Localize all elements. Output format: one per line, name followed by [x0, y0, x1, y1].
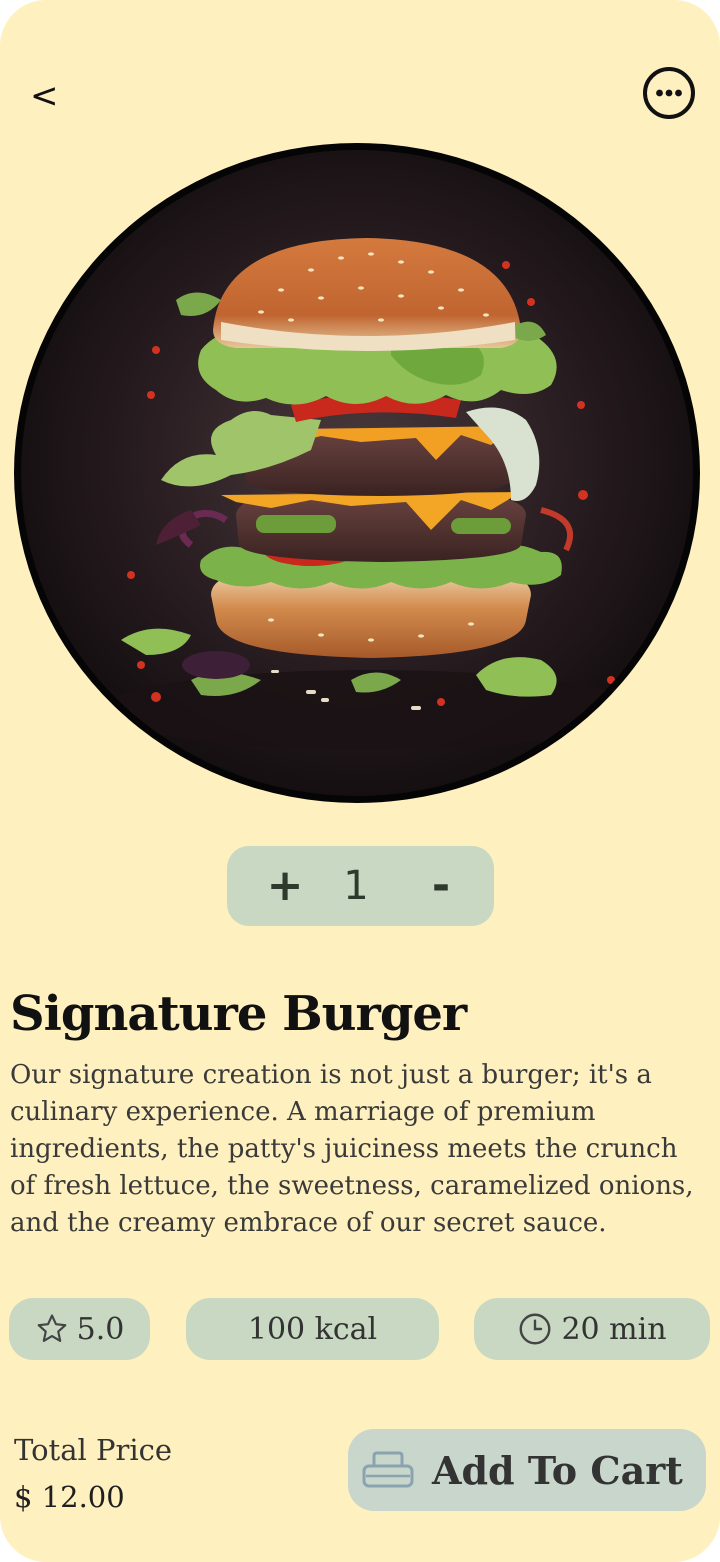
product-image — [14, 143, 700, 803]
back-button[interactable]: < — [30, 74, 70, 118]
clock-icon — [517, 1311, 553, 1347]
rating-value: 5.0 — [76, 1311, 125, 1347]
cart-icon — [362, 1450, 414, 1490]
quantity-stepper: + 1 - — [227, 846, 494, 926]
more-options-button[interactable] — [642, 66, 696, 120]
total-price-label: Total Price — [14, 1433, 173, 1467]
rating-badge: 5.0 — [9, 1298, 150, 1360]
more-options-icon — [643, 67, 695, 119]
product-description: Our signature creation is not just a bur… — [10, 1060, 694, 1238]
product-title: Signature Burger — [10, 986, 467, 1042]
calories-badge: 100 kcal — [186, 1298, 439, 1360]
add-to-cart-label: Add To Cart — [432, 1447, 683, 1493]
quantity-value: 1 — [343, 863, 369, 909]
product-detail-screen: < + 1 - Signature Burger Our signature c… — [0, 0, 720, 1562]
total-price-value: $ 12.00 — [14, 1480, 125, 1514]
time-value: 20 min — [561, 1311, 667, 1347]
calories-value: 100 kcal — [247, 1311, 378, 1347]
chevron-left-icon: < — [30, 76, 59, 116]
star-icon — [35, 1312, 69, 1346]
time-badge: 20 min — [474, 1298, 710, 1360]
add-to-cart-button[interactable]: Add To Cart — [348, 1429, 706, 1511]
increase-quantity-button[interactable]: + — [257, 846, 313, 926]
decrease-quantity-button[interactable]: - — [413, 846, 469, 926]
burger-illustration — [21, 150, 693, 796]
